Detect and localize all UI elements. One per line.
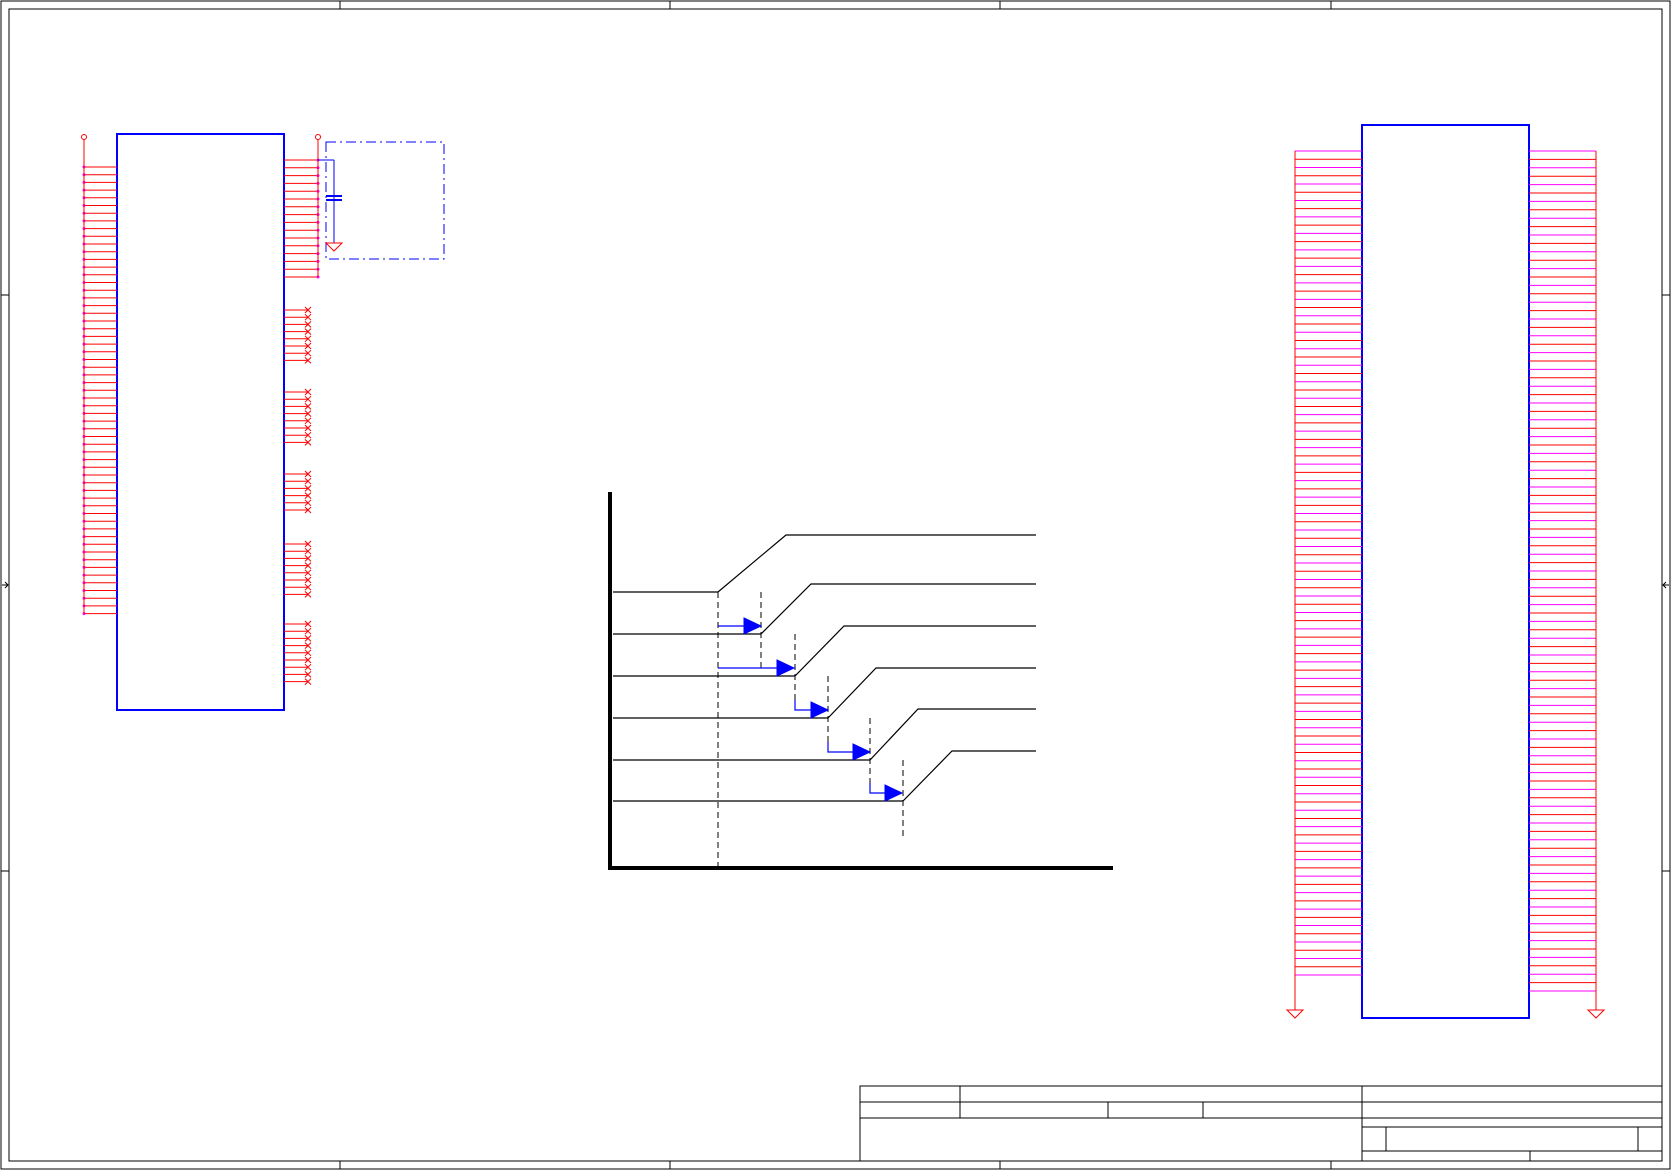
dashed-region-box <box>325 141 445 260</box>
decoupling-capacitor-region <box>318 141 445 260</box>
power-port-icon <box>81 134 87 140</box>
rail-waveform <box>613 708 1036 761</box>
ground-icon <box>324 242 344 252</box>
ground-icon <box>1586 1009 1606 1019</box>
ground-icon <box>1285 1009 1305 1019</box>
sequence-step-line <box>794 700 811 711</box>
connector-body <box>1361 124 1530 1019</box>
title-block <box>859 1085 1663 1162</box>
sequence-arrow-icon <box>810 701 830 719</box>
left-connector-symbol <box>81 133 321 711</box>
sequence-arrow-icon <box>776 659 796 677</box>
sequence-step-line <box>827 742 853 753</box>
sequence-arrow-icon <box>884 784 904 802</box>
sequence-arrow-icon <box>852 743 872 761</box>
drawing-frame <box>0 0 1671 1170</box>
inner-border <box>8 8 1663 1162</box>
connector-body <box>116 133 285 711</box>
power-sequence-timing-diagram <box>608 492 1113 870</box>
sequence-step-line <box>869 783 885 794</box>
sequence-arrow-icon <box>743 617 763 635</box>
left-center-arrow <box>2 581 9 589</box>
right-center-arrow <box>1662 581 1669 589</box>
rail-waveform <box>613 750 1036 802</box>
schematic-sheet <box>0 0 1671 1170</box>
outer-border <box>0 0 1671 1170</box>
power-port-icon <box>315 134 321 140</box>
right-connector-symbol <box>1285 124 1606 1019</box>
